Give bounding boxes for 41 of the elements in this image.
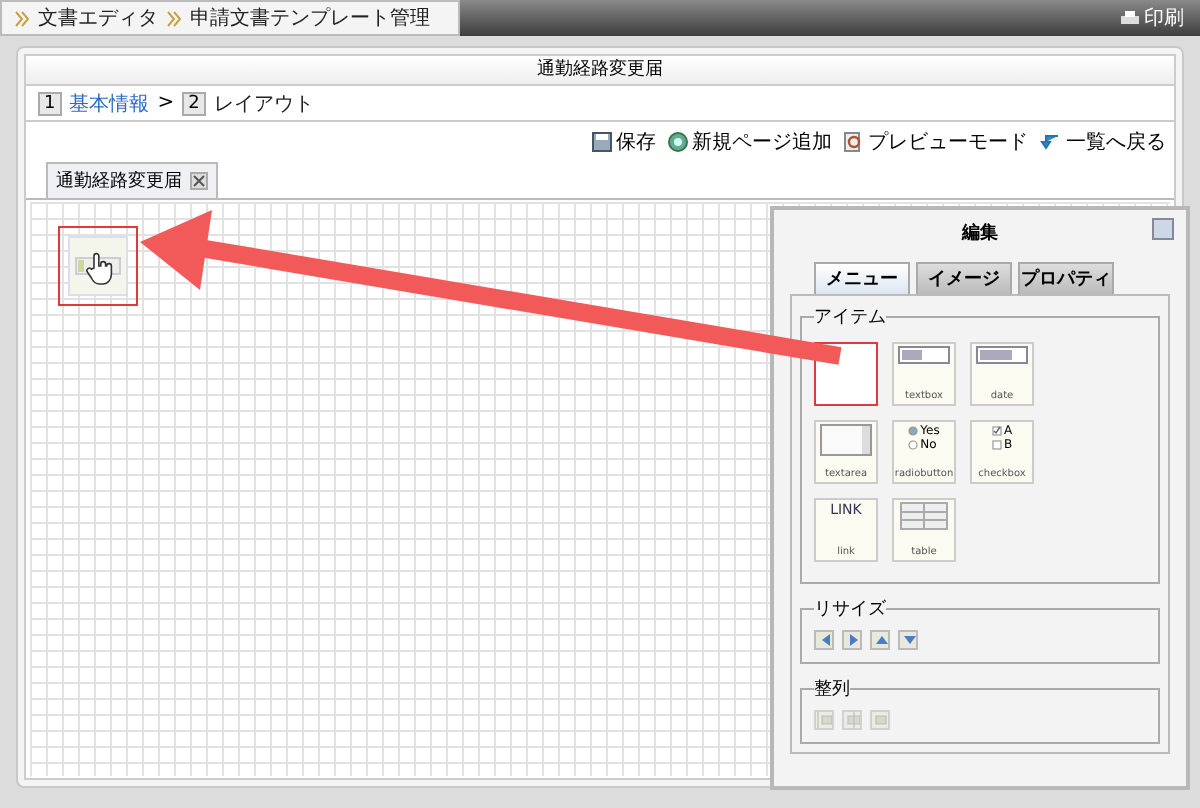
group-legend: アイテム — [814, 304, 886, 330]
step-number: 1 — [38, 91, 62, 115]
placed-element[interactable] — [58, 226, 138, 306]
group-legend: リサイズ — [814, 596, 886, 622]
globe-icon — [668, 132, 688, 152]
close-icon[interactable] — [190, 172, 208, 190]
page-tab[interactable]: 通勤経路変更届 — [46, 162, 218, 198]
resize-arrow-button[interactable] — [898, 630, 918, 650]
return-arrow-icon — [1040, 132, 1062, 152]
toolbar-button[interactable]: 保存 — [592, 128, 656, 156]
group-legend: 整列 — [814, 676, 850, 702]
dialog-tab[interactable]: メニュー — [814, 262, 910, 294]
element-with-cursor-icon — [68, 236, 128, 296]
resize-arrow-button[interactable] — [870, 630, 890, 650]
chevron-icon — [14, 9, 30, 27]
resize-arrow-button[interactable] — [842, 630, 862, 650]
toolbar-button[interactable]: 一覧へ戻る — [1040, 128, 1166, 156]
textarea-icon — [820, 424, 872, 456]
magnifier-icon — [844, 132, 864, 152]
toolbar-button[interactable]: 新規ページ追加 — [668, 128, 832, 156]
textbox-icon — [898, 346, 950, 364]
dialog-tab[interactable]: イメージ — [916, 262, 1012, 294]
chevron-icon — [166, 9, 182, 27]
table-icon — [900, 502, 948, 530]
dialog-title: 編集 — [962, 221, 998, 245]
page-tab-label[interactable]: 通勤経路変更届 — [56, 168, 182, 194]
breadcrumb-link[interactable]: 申請文書テンプレート管理 — [190, 4, 430, 32]
form-title: 通勤経路変更届 — [24, 54, 1176, 86]
printer-icon — [1120, 9, 1140, 27]
step-number: 2 — [182, 91, 206, 115]
dialog-tab[interactable]: プロパティ — [1018, 262, 1114, 294]
print-button[interactable]: 印刷 — [1104, 0, 1200, 36]
step-label[interactable]: 基本情報 — [69, 89, 150, 117]
minimize-button[interactable] — [1152, 218, 1174, 240]
step-separator: > — [157, 92, 175, 114]
date-field-icon — [976, 346, 1028, 364]
floppy-icon — [592, 132, 612, 152]
toolbar-button[interactable]: プレビューモード — [844, 128, 1028, 156]
resize-arrow-button[interactable] — [814, 630, 834, 650]
step-label: レイアウト — [213, 91, 314, 117]
breadcrumb-link[interactable]: 文書エディタ — [38, 4, 158, 32]
